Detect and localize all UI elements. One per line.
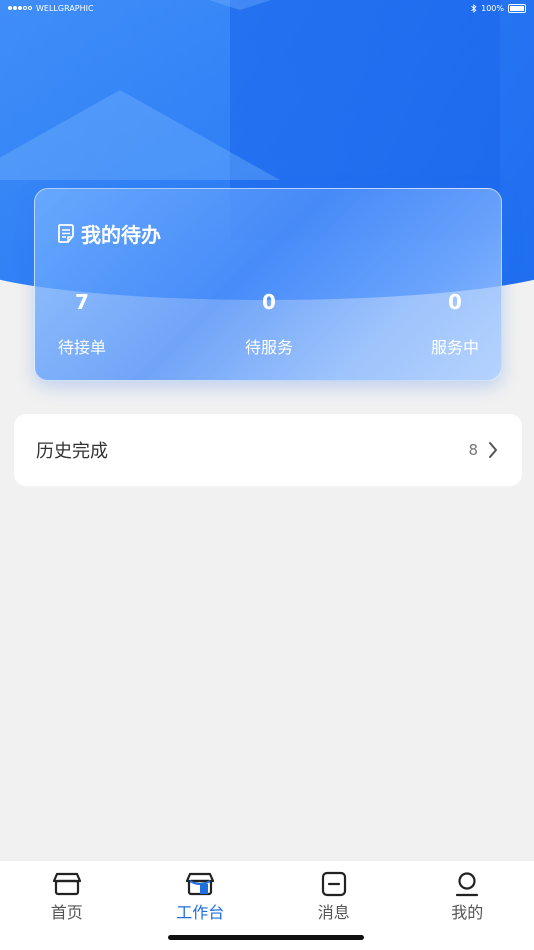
todo-header: 我的待办 [57, 219, 161, 248]
tab-label: 我的 [451, 903, 484, 922]
history-completed-row[interactable]: 历史完成 8 [14, 414, 522, 486]
carrier-name: WELLGRAPHIC [36, 3, 94, 13]
home-store-icon [52, 872, 81, 896]
stat-value: 7 [75, 290, 89, 314]
status-bar: WELLGRAPHIC 100% [0, 0, 534, 16]
profile-icon [456, 872, 479, 897]
signal-icon [8, 6, 32, 10]
tab-home[interactable]: 首页 [0, 861, 134, 950]
tab-profile[interactable]: 我的 [401, 861, 534, 950]
stat-pending-service[interactable]: 0 待服务 [235, 290, 303, 358]
message-icon [321, 871, 346, 897]
tab-label: 消息 [317, 903, 350, 922]
tab-label: 工作台 [176, 903, 225, 922]
stat-pending-accept[interactable]: 7 待接单 [57, 290, 107, 358]
history-count: 8 [468, 441, 478, 459]
stat-value: 0 [448, 290, 462, 314]
battery-icon [508, 3, 526, 13]
chevron-right-icon [489, 442, 497, 458]
stat-label: 待服务 [244, 338, 293, 357]
home-indicator [168, 935, 364, 940]
stat-in-service[interactable]: 0 服务中 [427, 290, 483, 358]
tab-label: 首页 [50, 903, 83, 922]
todo-title: 我的待办 [81, 223, 161, 247]
document-icon [58, 223, 74, 243]
history-label: 历史完成 [36, 441, 108, 462]
stat-label: 待接单 [57, 338, 106, 357]
stat-value: 0 [262, 290, 276, 314]
bluetooth-icon [471, 3, 477, 13]
workbench-store-icon [186, 872, 215, 896]
battery-percentage: 100% [481, 3, 504, 13]
stat-label: 服务中 [430, 338, 479, 357]
my-todo-card: 我的待办 7 待接单 0 待服务 0 服务中 [34, 188, 502, 381]
